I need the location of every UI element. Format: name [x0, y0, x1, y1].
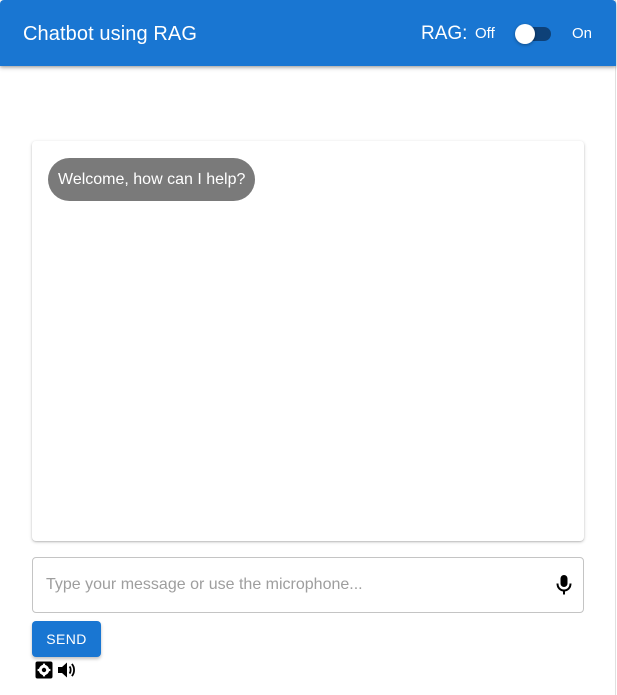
- message-input-box[interactable]: [32, 557, 584, 613]
- message-input[interactable]: [46, 558, 546, 612]
- chat-messages-panel[interactable]: Welcome, how can I help?: [32, 141, 584, 541]
- send-button[interactable]: Send: [32, 621, 101, 657]
- microphone-icon[interactable]: [554, 573, 574, 597]
- rag-toggle-thumb[interactable]: [515, 24, 535, 44]
- app-bar: Chatbot using RAG RAG: Off On: [0, 0, 616, 66]
- app-window: Chatbot using RAG RAG: Off On Welcome, h…: [0, 0, 616, 695]
- gear-icon[interactable]: [34, 661, 54, 679]
- bot-message-bubble: Welcome, how can I help?: [48, 158, 256, 201]
- rag-off-label: Off: [475, 25, 495, 42]
- app-title: Chatbot using RAG: [23, 23, 198, 45]
- rag-label: RAG:: [421, 23, 468, 44]
- rag-on-label: On: [572, 25, 593, 42]
- speaker-icon[interactable]: [57, 661, 77, 679]
- rag-toggle-switch[interactable]: [513, 22, 555, 46]
